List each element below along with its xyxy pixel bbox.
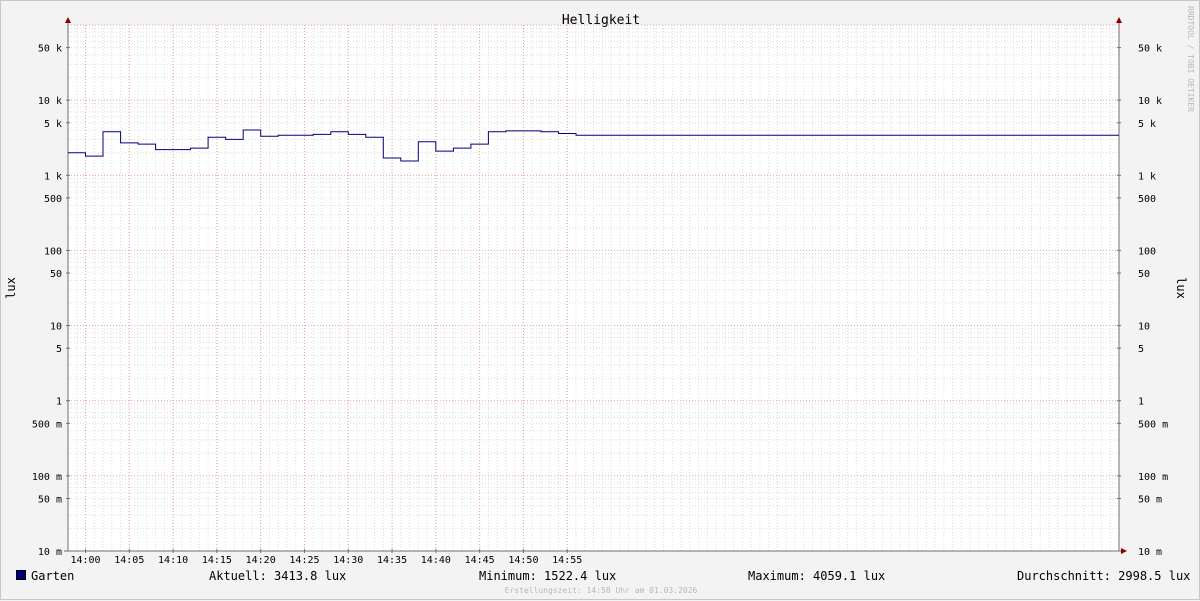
y-tick-label-left: 10 m — [38, 547, 62, 558]
y-tick-label-left: 500 m — [32, 419, 62, 430]
chart-frame: 50 k 10 k 5 k 1 k 500 100 50 10 5 1 500 m 100 m 50 m… — [0, 0, 1200, 600]
legend-minimum: Minimum: 1522.4 lux — [479, 569, 617, 583]
x-tick-label: 14:15 — [202, 555, 232, 566]
y-tick-label-right: 500 m — [1138, 419, 1168, 430]
y-tick-label-left: 1 k — [44, 171, 62, 182]
x-tick-label: 14:40 — [421, 555, 451, 566]
y-tick-label-right: 5 k — [1138, 119, 1156, 130]
y-tick-label-right: 50 — [1138, 269, 1150, 280]
y-tick-label-right: 500 — [1138, 194, 1156, 205]
x-tick-label: 14:55 — [552, 555, 582, 566]
legend-row: Garten Aktuell: 3413.8 lux Minimum: 1522… — [1, 567, 1200, 585]
y-tick-labels-right: 50 k 10 k 5 k 1 k 500 100 50 10 5 1 500 m 100 m 50 m… — [1138, 44, 1168, 558]
x-tick-label: 14:25 — [289, 555, 319, 566]
x-tick-label: 14:00 — [70, 555, 100, 566]
y-tick-label-left: 50 k — [38, 44, 62, 55]
legend-maximum: Maximum: 4059.1 lux — [748, 569, 886, 583]
y-tick-label-left: 10 — [50, 322, 62, 333]
legend-series-name: Garten — [31, 569, 75, 583]
y-tick-label-right: 50 k — [1138, 44, 1162, 55]
y-axis-label-left: lux — [4, 277, 18, 299]
y-axis-right-arrow — [1116, 17, 1122, 23]
y-tick-label-left: 100 — [44, 246, 62, 257]
y-tick-label-left: 5 — [56, 344, 62, 355]
x-tick-label: 14:30 — [333, 555, 363, 566]
y-tick-label-left: 50 m — [38, 494, 62, 505]
y-tick-label-right: 10 — [1138, 322, 1150, 333]
y-axis-left-arrow — [65, 17, 71, 23]
creation-timestamp: Erstellungszeit: 14:58 Uhr am 01.03.2026 — [504, 586, 698, 595]
y-tick-label-right: 1 k — [1138, 171, 1156, 182]
y-tick-label-right: 5 — [1138, 344, 1144, 355]
x-tick-labels: 14:00 14:05 14:10 14:15 14:20 14:25 14:30 14:35… — [70, 555, 582, 566]
y-tick-label-left: 10 k — [38, 96, 62, 107]
y-tick-labels-left: 50 k 10 k 5 k 1 k 500 100 50 10 5 1 500 m 100 m 50 m… — [32, 44, 62, 558]
y-tick-label-left: 50 — [50, 269, 62, 280]
y-axis-label-right: lux — [1174, 277, 1188, 299]
rrdtool-watermark: RRDTOOL / TOBI OETIKER — [1186, 6, 1195, 112]
y-tick-label-left: 100 m — [32, 472, 62, 483]
y-tick-label-left: 1 — [56, 397, 62, 408]
x-tick-label: 14:05 — [114, 555, 144, 566]
x-tick-label: 14:10 — [158, 555, 188, 566]
legend-swatch-garten — [16, 570, 26, 580]
chart-title: Helligkeit — [562, 13, 640, 28]
y-tick-label-left: 5 k — [44, 119, 62, 130]
x-tick-label: 14:20 — [246, 555, 276, 566]
x-axis-arrow — [1121, 548, 1127, 554]
y-tick-label-right: 100 m — [1138, 472, 1168, 483]
x-tick-label: 14:35 — [377, 555, 407, 566]
y-tick-label-right: 100 — [1138, 246, 1156, 257]
y-tick-label-right: 1 — [1138, 397, 1144, 408]
chart-plot: 50 k 10 k 5 k 1 k 500 100 50 10 5 1 500 m 100 m 50 m… — [4, 6, 1195, 566]
y-tick-label-left: 500 — [44, 194, 62, 205]
y-tick-label-right: 10 m — [1138, 547, 1162, 558]
y-tick-label-right: 10 k — [1138, 96, 1162, 107]
x-tick-label: 14:45 — [465, 555, 495, 566]
legend-current: Aktuell: 3413.8 lux — [209, 569, 347, 583]
x-tick-label: 14:50 — [508, 555, 538, 566]
legend-average: Durchschnitt: 2998.5 lux — [1017, 569, 1191, 583]
y-tick-label-right: 50 m — [1138, 494, 1162, 505]
